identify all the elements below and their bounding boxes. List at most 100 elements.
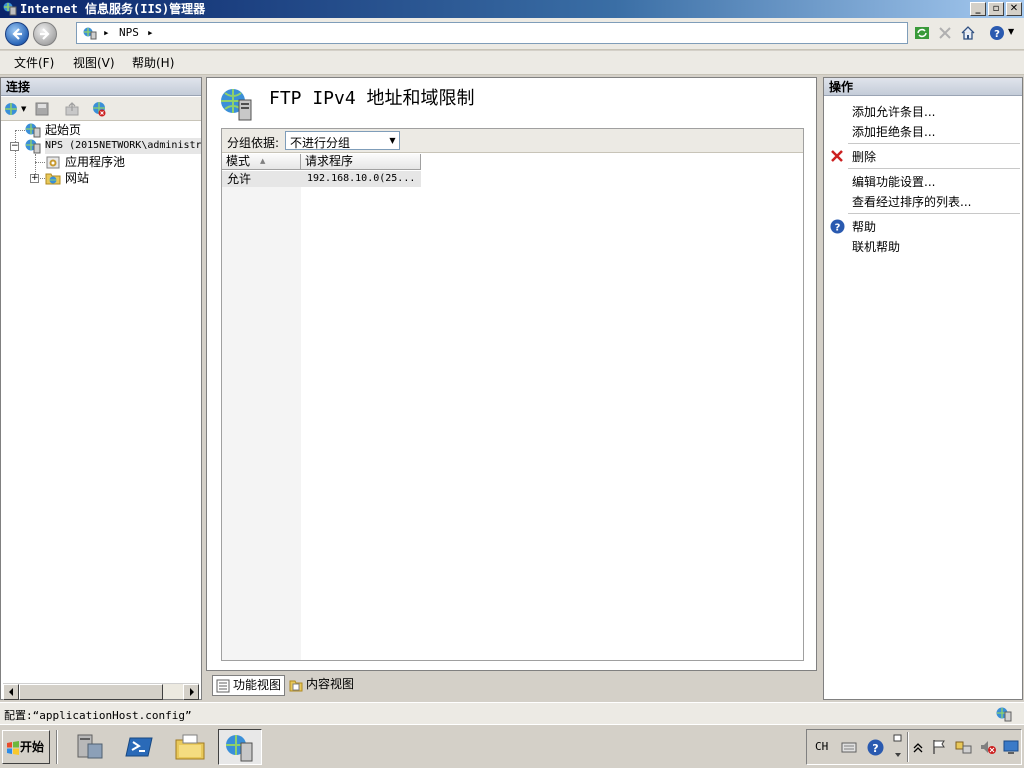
- view-switcher: 功能视图 内容视图: [206, 673, 817, 699]
- tree-label-start-page: 起始页: [45, 123, 82, 137]
- svg-text:?: ?: [994, 29, 1000, 40]
- action-remove[interactable]: 删除: [852, 149, 876, 165]
- menu-help[interactable]: 帮助(H): [132, 55, 174, 71]
- taskbar-explorer[interactable]: [168, 729, 212, 765]
- action-add-deny[interactable]: 添加拒绝条目...: [852, 124, 935, 140]
- scroll-right-icon: [190, 688, 194, 696]
- app-pool-icon: [46, 156, 60, 169]
- keyboard-icon[interactable]: [841, 739, 857, 755]
- forward-button[interactable]: [33, 22, 57, 46]
- maximize-button[interactable]: ▫: [988, 2, 1004, 16]
- svg-text:?: ?: [872, 742, 878, 755]
- group-by-select[interactable]: 不进行分组 ▼: [285, 131, 400, 150]
- show-hidden-icons-icon[interactable]: [913, 739, 923, 755]
- action-online-help[interactable]: 联机帮助: [852, 239, 900, 255]
- connect-dropdown-arrow[interactable]: ▼: [21, 105, 26, 113]
- help-icon[interactable]: ?: [867, 739, 884, 756]
- breadcrumb-separator[interactable]: ▸: [103, 26, 110, 40]
- show-desktop-icon[interactable]: [1003, 739, 1019, 755]
- action-add-allow[interactable]: 添加允许条目...: [852, 104, 935, 120]
- menu-bar: 文件(F) 视图(V) 帮助(H): [0, 51, 1024, 75]
- back-button[interactable]: [5, 22, 29, 46]
- windows-flag-icon: [7, 741, 19, 755]
- column-header-mode[interactable]: 模式 ▲: [222, 154, 301, 170]
- powershell-icon: [125, 737, 153, 757]
- stop-icon[interactable]: [937, 25, 953, 41]
- close-button[interactable]: ✕: [1006, 2, 1022, 16]
- actions-pane: 操作 添加允许条目... 添加拒绝条目... 删除 编辑功能设置... 查看经过…: [823, 77, 1023, 700]
- disconnect-icon[interactable]: [91, 101, 107, 117]
- content-view-icon: [289, 680, 303, 692]
- help-icon[interactable]: ?: [989, 25, 1005, 41]
- iis-app-icon: [226, 735, 253, 762]
- connections-toolbar: ▼: [1, 97, 201, 121]
- home-icon[interactable]: [960, 25, 976, 41]
- svg-text:?: ?: [835, 223, 841, 234]
- tree-expand-sites[interactable]: +: [30, 174, 39, 183]
- taskbar-server-manager[interactable]: [68, 729, 112, 765]
- group-by-bar: 分组依据: 不进行分组 ▼: [222, 129, 803, 153]
- group-by-label: 分组依据:: [227, 136, 280, 150]
- input-options-icon[interactable]: [893, 733, 903, 761]
- window-title-bar: Internet 信息服务(IIS)管理器 _ ▫ ✕: [0, 0, 1024, 18]
- group-by-value: 不进行分组: [290, 136, 351, 150]
- action-edit-settings[interactable]: 编辑功能设置...: [852, 174, 935, 190]
- column-header-mode-label: 模式: [226, 154, 251, 168]
- tree-line: [35, 162, 45, 163]
- save-icon[interactable]: [34, 101, 50, 117]
- actions-divider: [848, 168, 1020, 169]
- back-arrow-icon: [12, 28, 22, 40]
- menu-file[interactable]: 文件(F): [14, 55, 54, 71]
- connections-hscrollbar[interactable]: [3, 683, 199, 700]
- connections-header: 连接: [1, 78, 201, 96]
- tab-content-view[interactable]: 内容视图: [286, 675, 357, 696]
- tree-collapse-server[interactable]: −: [10, 142, 19, 151]
- connections-tree: 起始页 − NPS (2015NETWORK\administr 应用程序池 +…: [1, 122, 201, 682]
- address-breadcrumb[interactable]: ▸ NPS ▸: [76, 22, 908, 44]
- up-level-icon[interactable]: [64, 101, 80, 117]
- scroll-right-button[interactable]: [183, 684, 199, 700]
- column-header-requestor-label: 请求程序: [305, 154, 354, 168]
- feature-list: 分组依据: 不进行分组 ▼ 模式 ▲ 请求程序 允许 192.168.10.0(…: [221, 128, 804, 661]
- content-view-label: 内容视图: [306, 677, 355, 691]
- connect-icon[interactable]: [4, 101, 20, 117]
- taskbar-iis-manager[interactable]: [218, 729, 262, 765]
- system-tray: CH ?: [806, 729, 1022, 765]
- scroll-left-icon: [9, 688, 13, 696]
- minimize-button[interactable]: _: [970, 2, 986, 16]
- chevron-down-icon[interactable]: ▼: [386, 132, 399, 149]
- action-help[interactable]: 帮助: [852, 219, 876, 235]
- refresh-icon[interactable]: [914, 25, 930, 41]
- menu-view[interactable]: 视图(V): [73, 55, 115, 71]
- page-title: FTP IPv4 地址和域限制: [269, 88, 475, 109]
- network-icon[interactable]: [955, 739, 973, 755]
- start-button[interactable]: 开始: [2, 730, 50, 764]
- scroll-left-button[interactable]: [3, 684, 19, 700]
- actions-divider: [848, 213, 1020, 214]
- help-dropdown-arrow[interactable]: ▼: [1008, 27, 1014, 36]
- cell-mode[interactable]: 允许: [227, 172, 251, 186]
- scroll-thumb[interactable]: [19, 684, 163, 700]
- tab-features-view[interactable]: 功能视图: [212, 675, 286, 696]
- taskbar-powershell[interactable]: [118, 729, 162, 765]
- address-toolbar: ▸ NPS ▸ ? ▼: [0, 18, 1024, 50]
- help-icon: ?: [830, 219, 845, 234]
- language-indicator[interactable]: CH: [815, 740, 828, 753]
- iis-app-icon: [3, 2, 17, 16]
- breadcrumb-nps[interactable]: NPS: [119, 26, 139, 40]
- connections-pane: 连接 ▼ 起始页 − NPS (2015NETWORK\administr 应用…: [0, 77, 202, 700]
- forward-arrow-icon: [40, 28, 50, 40]
- volume-muted-icon[interactable]: [979, 739, 997, 755]
- column-header-requestor[interactable]: 请求程序: [301, 154, 421, 170]
- breadcrumb-separator-end[interactable]: ▸: [147, 26, 154, 40]
- globe-server-icon: [25, 123, 41, 138]
- globe-server-icon: [25, 139, 41, 154]
- start-label: 开始: [20, 740, 45, 754]
- tree-label-app-pools: 应用程序池: [65, 155, 126, 169]
- server-manager-icon: [77, 734, 103, 759]
- globe-server-icon: [83, 27, 97, 40]
- action-view-ordered[interactable]: 查看经过排序的列表...: [852, 194, 971, 210]
- action-center-flag-icon[interactable]: [931, 739, 947, 755]
- features-view-label: 功能视图: [233, 678, 282, 692]
- cell-requestor[interactable]: 192.168.10.0(25...: [307, 172, 415, 186]
